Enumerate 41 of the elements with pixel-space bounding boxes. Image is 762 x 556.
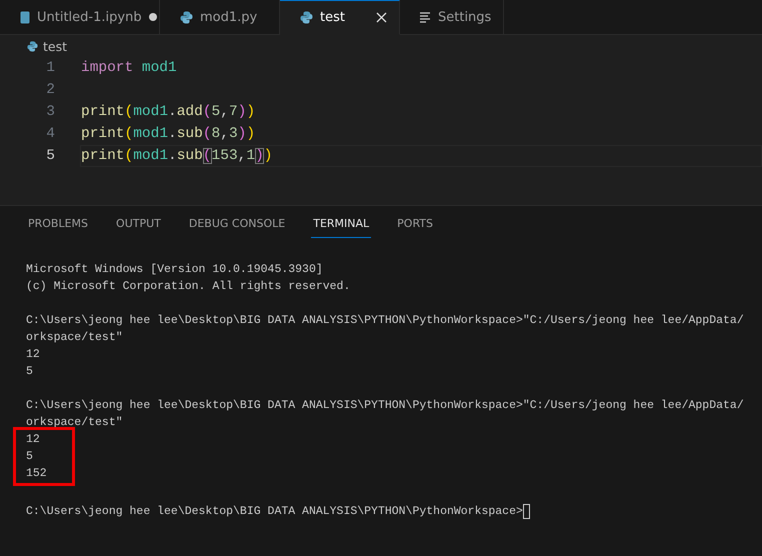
terminal-line: 5 (26, 365, 33, 378)
line-number: 1 (45, 60, 55, 76)
terminal-line: C:\Users\jeong hee lee\Desktop\BIG DATA ANALYSIS\PYTHON\PythonWorkspace>"C:/Users/jeong hee lee/AppData/ (26, 314, 744, 327)
code-line: print(mod1.sub(8,3)) (81, 126, 256, 142)
tab-label: Settings (438, 10, 492, 24)
breadcrumb-item[interactable]: test (43, 38, 68, 54)
line-number: 5 (45, 148, 55, 164)
panel-tab[interactable]: OUTPUT (114, 213, 163, 238)
panel-tab[interactable]: TERMINAL (311, 213, 372, 238)
python-icon (27, 40, 38, 52)
panel-tab[interactable]: DEBUG CONSOLE (186, 213, 288, 238)
editor-tab[interactable]: Untitled-1.ipynb (0, 0, 160, 35)
editor-tab[interactable]: Settings (400, 0, 504, 35)
tab-label: Untitled-1.ipynb (37, 10, 142, 24)
terminal-prompt: C:\Users\jeong hee lee\Desktop\BIG DATA ANALYSIS\PYTHON\PythonWorkspace> (26, 504, 523, 520)
tab-label: mod1.py (200, 10, 258, 24)
terminal-line: 5 (26, 450, 33, 463)
terminal-line: 152 (26, 467, 47, 480)
panel-tab[interactable]: PORTS (395, 213, 435, 238)
lines-icon (420, 12, 431, 22)
line-number: 3 (45, 104, 55, 120)
python-icon (180, 10, 193, 24)
code-line: import mod1 (81, 60, 177, 76)
terminal-line: Microsoft Windows [Version 10.0.19045.3930] (26, 263, 323, 276)
code-line: print(mod1.sub(153,1)) (81, 148, 272, 164)
terminal-line: 12 (26, 433, 40, 446)
terminal-line: orkspace/test" (26, 416, 123, 429)
tab-label: test (320, 10, 346, 25)
line-number: 2 (45, 82, 55, 98)
close-icon[interactable] (376, 12, 387, 23)
line-number: 4 (45, 126, 55, 142)
terminal-line: orkspace/test" (26, 331, 123, 344)
terminal-line: C:\Users\jeong hee lee\Desktop\BIG DATA ANALYSIS\PYTHON\PythonWorkspace>"C:/Users/jeong hee lee/AppData/ (26, 399, 744, 412)
panel-tab[interactable]: PROBLEMS (26, 213, 90, 238)
editor-tab[interactable]: test (280, 0, 400, 35)
editor-tab[interactable]: mod1.py (160, 0, 280, 35)
python-icon (300, 11, 313, 24)
terminal-line: (c) Microsoft Corporation. All rights reserved. (26, 280, 350, 293)
code-line: print(mod1.add(5,7)) (81, 104, 256, 120)
terminal-line: 12 (26, 348, 40, 361)
notebook-icon (20, 10, 30, 24)
